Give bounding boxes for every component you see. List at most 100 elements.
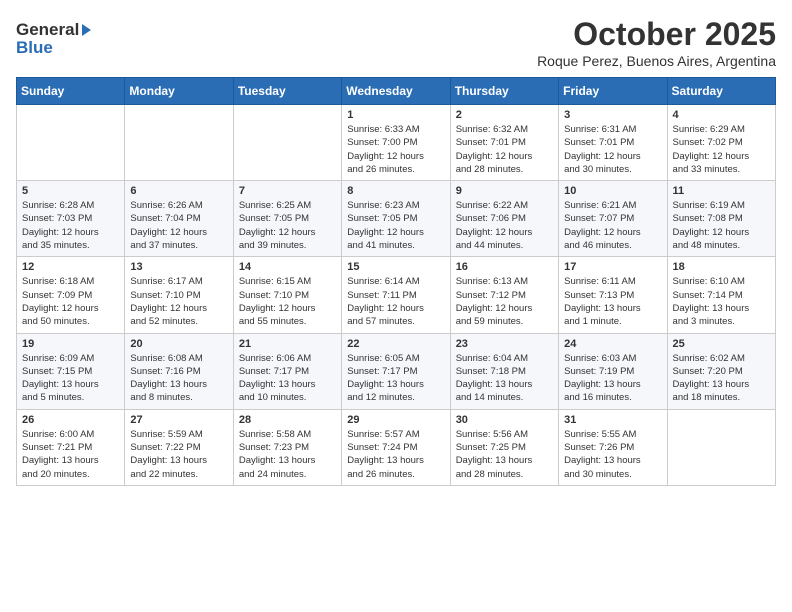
day-info: Sunrise: 6:13 AM Sunset: 7:12 PM Dayligh… — [456, 275, 553, 328]
day-info: Sunrise: 6:23 AM Sunset: 7:05 PM Dayligh… — [347, 199, 444, 252]
header-saturday: Saturday — [667, 78, 775, 105]
day-cell-18: 18 Sunrise: 6:10 AM Sunset: 7:14 PM Dayli… — [667, 257, 775, 333]
day-number: 31 — [564, 414, 661, 426]
header-tuesday: Tuesday — [233, 78, 341, 105]
day-cell-2: 2 Sunrise: 6:32 AM Sunset: 7:01 PM Daylig… — [450, 105, 558, 181]
day-info: Sunrise: 6:02 AM Sunset: 7:20 PM Dayligh… — [673, 352, 770, 405]
week-row-3: 12 Sunrise: 6:18 AM Sunset: 7:09 PM Dayli… — [17, 257, 776, 333]
calendar-table: SundayMondayTuesdayWednesdayThursdayFrid… — [16, 77, 776, 486]
day-info: Sunrise: 6:17 AM Sunset: 7:10 PM Dayligh… — [130, 275, 227, 328]
day-cell-28: 28 Sunrise: 5:58 AM Sunset: 7:23 PM Dayli… — [233, 409, 341, 485]
day-cell-20: 20Sunrise: 6:08 AM Sunset: 7:16 PM Dayli… — [125, 333, 233, 409]
day-number: 18 — [673, 261, 770, 273]
day-info: Sunrise: 6:14 AM Sunset: 7:11 PM Dayligh… — [347, 275, 444, 328]
day-number: 4 — [673, 109, 770, 121]
day-info: Sunrise: 6:05 AM Sunset: 7:17 PM Dayligh… — [347, 352, 444, 405]
day-number: 22 — [347, 338, 444, 350]
logo-text: General — [16, 20, 91, 40]
header-monday: Monday — [125, 78, 233, 105]
day-info: Sunrise: 6:31 AM Sunset: 7:01 PM Dayligh… — [564, 123, 661, 176]
day-number: 26 — [22, 414, 119, 426]
title-block: October 2025 Roque Perez, Buenos Aires, … — [537, 16, 776, 69]
day-info: Sunrise: 6:09 AM Sunset: 7:15 PM Dayligh… — [22, 352, 119, 405]
empty-cell — [233, 105, 341, 181]
day-cell-10: 10 Sunrise: 6:21 AM Sunset: 7:07 PM Dayli… — [559, 181, 667, 257]
day-cell-15: 15Sunrise: 6:14 AM Sunset: 7:11 PM Dayli… — [342, 257, 450, 333]
day-cell-25: 25 Sunrise: 6:02 AM Sunset: 7:20 PM Dayli… — [667, 333, 775, 409]
day-info: Sunrise: 5:58 AM Sunset: 7:23 PM Dayligh… — [239, 428, 336, 481]
day-number: 24 — [564, 338, 661, 350]
day-cell-9: 9Sunrise: 6:22 AM Sunset: 7:06 PM Daylig… — [450, 181, 558, 257]
day-info: Sunrise: 6:29 AM Sunset: 7:02 PM Dayligh… — [673, 123, 770, 176]
page-header: General Blue October 2025 Roque Perez, B… — [16, 16, 776, 69]
day-number: 11 — [673, 185, 770, 197]
day-number: 13 — [130, 261, 227, 273]
day-info: Sunrise: 6:10 AM Sunset: 7:14 PM Dayligh… — [673, 275, 770, 328]
day-info: Sunrise: 6:15 AM Sunset: 7:10 PM Dayligh… — [239, 275, 336, 328]
logo-general: General — [16, 20, 79, 39]
day-cell-3: 3 Sunrise: 6:31 AM Sunset: 7:01 PM Daylig… — [559, 105, 667, 181]
day-cell-5: 5 Sunrise: 6:28 AM Sunset: 7:03 PM Daylig… — [17, 181, 125, 257]
day-info: Sunrise: 6:26 AM Sunset: 7:04 PM Dayligh… — [130, 199, 227, 252]
logo-blue-text: Blue — [16, 38, 53, 58]
month-title: October 2025 — [537, 16, 776, 53]
day-cell-1: 1 Sunrise: 6:33 AM Sunset: 7:00 PM Daylig… — [342, 105, 450, 181]
day-number: 1 — [347, 109, 444, 121]
day-cell-12: 12 Sunrise: 6:18 AM Sunset: 7:09 PM Dayli… — [17, 257, 125, 333]
day-info: Sunrise: 5:56 AM Sunset: 7:25 PM Dayligh… — [456, 428, 553, 481]
day-info: Sunrise: 6:21 AM Sunset: 7:07 PM Dayligh… — [564, 199, 661, 252]
day-info: Sunrise: 6:25 AM Sunset: 7:05 PM Dayligh… — [239, 199, 336, 252]
day-number: 29 — [347, 414, 444, 426]
day-number: 30 — [456, 414, 553, 426]
day-cell-26: 26Sunrise: 6:00 AM Sunset: 7:21 PM Dayli… — [17, 409, 125, 485]
day-cell-29: 29 Sunrise: 5:57 AM Sunset: 7:24 PM Dayli… — [342, 409, 450, 485]
day-cell-13: 13 Sunrise: 6:17 AM Sunset: 7:10 PM Dayli… — [125, 257, 233, 333]
day-info: Sunrise: 5:57 AM Sunset: 7:24 PM Dayligh… — [347, 428, 444, 481]
header-thursday: Thursday — [450, 78, 558, 105]
day-number: 3 — [564, 109, 661, 121]
day-cell-11: 11 Sunrise: 6:19 AM Sunset: 7:08 PM Dayli… — [667, 181, 775, 257]
day-number: 19 — [22, 338, 119, 350]
day-number: 5 — [22, 185, 119, 197]
day-info: Sunrise: 6:19 AM Sunset: 7:08 PM Dayligh… — [673, 199, 770, 252]
header-friday: Friday — [559, 78, 667, 105]
day-cell-14: 14 Sunrise: 6:15 AM Sunset: 7:10 PM Dayli… — [233, 257, 341, 333]
day-number: 6 — [130, 185, 227, 197]
week-row-1: 1 Sunrise: 6:33 AM Sunset: 7:00 PM Daylig… — [17, 105, 776, 181]
day-info: Sunrise: 6:08 AM Sunset: 7:16 PM Dayligh… — [130, 352, 227, 405]
logo-arrow-icon — [82, 24, 91, 36]
day-cell-23: 23 Sunrise: 6:04 AM Sunset: 7:18 PM Dayli… — [450, 333, 558, 409]
week-row-4: 19 Sunrise: 6:09 AM Sunset: 7:15 PM Dayli… — [17, 333, 776, 409]
day-number: 23 — [456, 338, 553, 350]
day-info: Sunrise: 6:28 AM Sunset: 7:03 PM Dayligh… — [22, 199, 119, 252]
day-info: Sunrise: 6:04 AM Sunset: 7:18 PM Dayligh… — [456, 352, 553, 405]
day-info: Sunrise: 6:11 AM Sunset: 7:13 PM Dayligh… — [564, 275, 661, 328]
day-number: 12 — [22, 261, 119, 273]
day-cell-31: 31Sunrise: 5:55 AM Sunset: 7:26 PM Dayli… — [559, 409, 667, 485]
day-cell-6: 6 Sunrise: 6:26 AM Sunset: 7:04 PM Daylig… — [125, 181, 233, 257]
day-info: Sunrise: 6:33 AM Sunset: 7:00 PM Dayligh… — [347, 123, 444, 176]
day-number: 9 — [456, 185, 553, 197]
day-number: 2 — [456, 109, 553, 121]
day-number: 25 — [673, 338, 770, 350]
day-cell-24: 24Sunrise: 6:03 AM Sunset: 7:19 PM Dayli… — [559, 333, 667, 409]
empty-cell — [125, 105, 233, 181]
day-info: Sunrise: 6:18 AM Sunset: 7:09 PM Dayligh… — [22, 275, 119, 328]
day-info: Sunrise: 6:32 AM Sunset: 7:01 PM Dayligh… — [456, 123, 553, 176]
day-number: 14 — [239, 261, 336, 273]
day-number: 16 — [456, 261, 553, 273]
day-cell-4: 4 Sunrise: 6:29 AM Sunset: 7:02 PM Daylig… — [667, 105, 775, 181]
day-cell-27: 27Sunrise: 5:59 AM Sunset: 7:22 PM Dayli… — [125, 409, 233, 485]
week-row-5: 26Sunrise: 6:00 AM Sunset: 7:21 PM Dayli… — [17, 409, 776, 485]
day-cell-19: 19 Sunrise: 6:09 AM Sunset: 7:15 PM Dayli… — [17, 333, 125, 409]
day-number: 21 — [239, 338, 336, 350]
header-wednesday: Wednesday — [342, 78, 450, 105]
day-number: 28 — [239, 414, 336, 426]
day-number: 10 — [564, 185, 661, 197]
day-cell-21: 21Sunrise: 6:06 AM Sunset: 7:17 PM Dayli… — [233, 333, 341, 409]
day-number: 7 — [239, 185, 336, 197]
day-number: 17 — [564, 261, 661, 273]
empty-cell — [17, 105, 125, 181]
empty-cell — [667, 409, 775, 485]
day-info: Sunrise: 5:59 AM Sunset: 7:22 PM Dayligh… — [130, 428, 227, 481]
